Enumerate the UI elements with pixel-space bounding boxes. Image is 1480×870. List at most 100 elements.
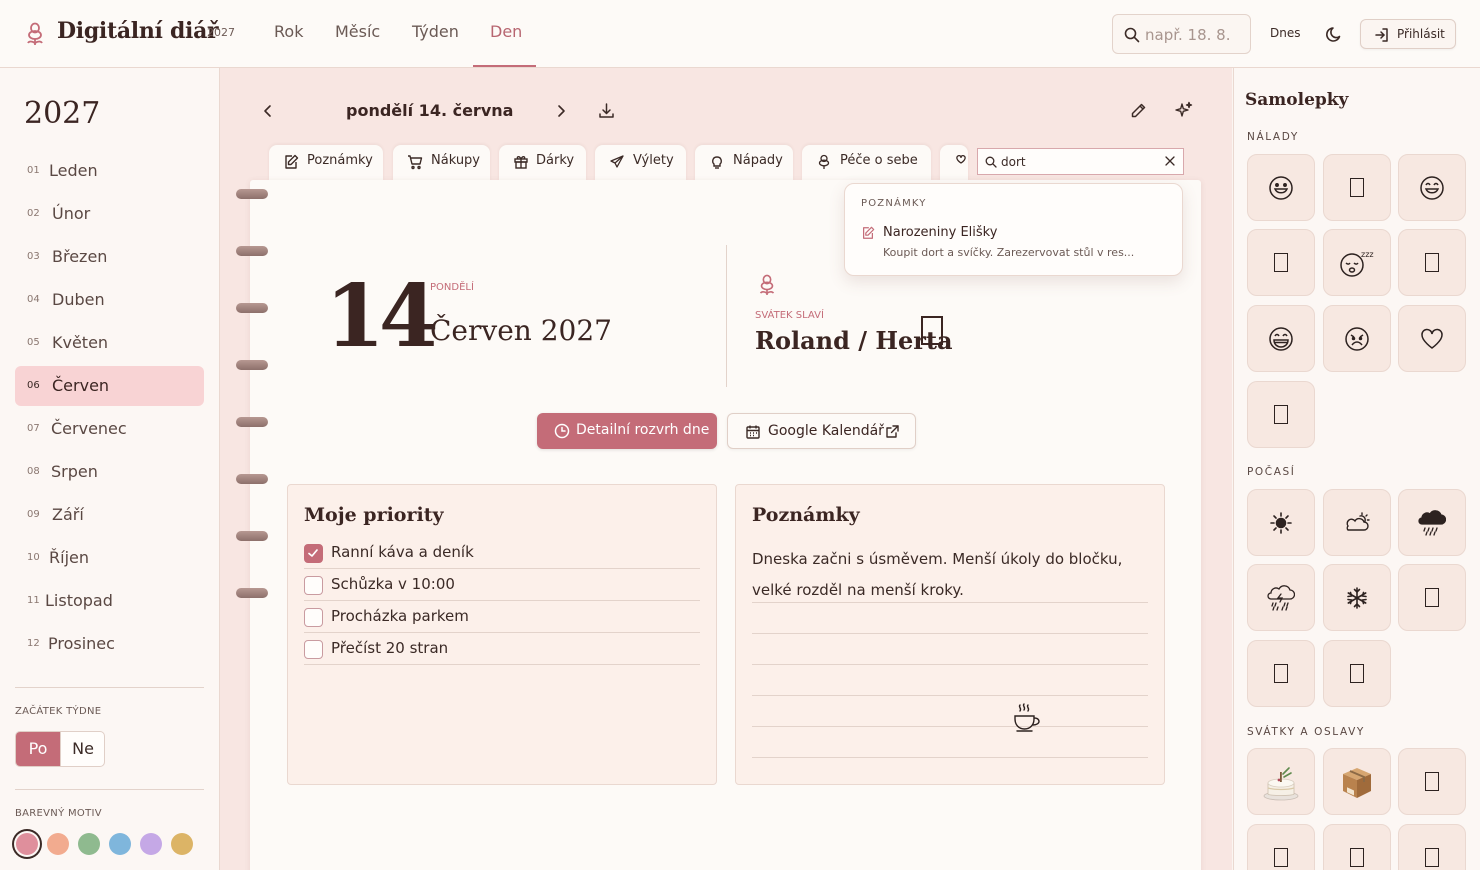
plane-icon [610,155,624,168]
sticker-missing[interactable] [1323,824,1391,870]
download-icon[interactable] [598,102,615,119]
sticker-missing[interactable] [1247,640,1315,707]
app-year-badge: 2027 [207,26,235,39]
moon-icon[interactable] [1325,24,1345,44]
sticker-gift-box[interactable] [1323,748,1391,815]
sticker-missing[interactable] [1323,640,1391,707]
chevron-left-icon[interactable] [262,103,274,119]
week-start-sunday[interactable]: Ne [60,732,104,766]
today-button[interactable]: Dnes [1270,26,1300,40]
tab-pece-o-sebe[interactable]: Péče o sebe [802,145,931,181]
login-button[interactable]: Přihlásit [1360,19,1456,49]
google-calendar-button[interactable]: Google Kalendář [727,413,916,449]
month-item-leden[interactable]: 01 Leden [15,151,204,191]
day-title: pondělí 14. června [346,101,514,120]
date-search-input[interactable] [1145,24,1245,46]
detail-schedule-button[interactable]: Detailní rozvrh dne [537,413,717,449]
priority-text[interactable]: Přečíst 20 stran [331,639,448,657]
notes-text[interactable]: Dneska začni s úsměvem. Menší úkoly do b… [752,544,1152,606]
month-item-srpen[interactable]: 08 Srpen [15,452,204,492]
partly-cloudy-icon [1324,490,1390,555]
month-item-prosinec[interactable]: 12 Prosinec [15,624,204,664]
priority-text[interactable]: Schůzka v 10:00 [331,575,455,593]
date-search[interactable] [1112,14,1251,54]
sticker-missing[interactable] [1398,824,1466,870]
note-line [752,695,1148,696]
tab-search-field[interactable] [977,148,1184,175]
tab-darky[interactable]: Dárky [499,145,586,181]
sticker-smile[interactable] [1398,154,1466,221]
sticker-missing[interactable] [1247,824,1315,870]
tab-napady[interactable]: Nápady [695,145,793,181]
sidebar-divider [15,687,204,688]
app-title[interactable]: Digitální diář [57,18,219,44]
theme-swatch-pink[interactable] [16,833,38,855]
priority-checkbox[interactable] [304,608,323,627]
month-item-zari[interactable]: 09 Září [15,495,204,535]
sleepy-icon: zzz [1324,230,1390,295]
theme-swatch-peach[interactable] [47,833,69,855]
priority-checkbox[interactable] [304,544,323,563]
sticker-partly-cloudy[interactable] [1323,489,1391,556]
sticker-missing[interactable] [1247,381,1315,448]
search-results-dropdown: POZNÁMKY Narozeniny Elišky Koupit dort a… [844,183,1183,276]
sticker-missing[interactable] [1398,748,1466,815]
month-item-cervenec[interactable]: 07 Červenec [15,409,204,449]
priority-checkbox[interactable] [304,576,323,595]
sticker-snowflake[interactable] [1323,564,1391,631]
theme-swatch-blue[interactable] [109,833,131,855]
smile-icon [1248,155,1314,220]
sticker-smile[interactable] [1247,154,1315,221]
theme-swatch-green[interactable] [78,833,100,855]
sticker-rain-cloud[interactable] [1398,489,1466,556]
week-start-label: ZAČÁTEK TÝDNE [15,706,102,717]
month-item-rijen[interactable]: 10 Říjen [15,538,204,578]
month-number: 01 [27,165,40,176]
nav-den[interactable]: Den [490,22,522,41]
month-number: 08 [27,466,40,477]
month-number: 12 [27,638,40,649]
tab-nakupy[interactable]: Nákupy [393,145,490,181]
theme-swatch-lavender[interactable] [140,833,162,855]
sticker-missing[interactable] [1323,154,1391,221]
month-item-listopad[interactable]: 11 Listopad [15,581,204,621]
sticker-heart[interactable] [1398,305,1466,372]
chevron-right-icon[interactable] [555,103,567,119]
day-number: 14 [325,266,439,367]
close-icon[interactable] [1165,156,1175,166]
sticker-cake[interactable] [1247,748,1315,815]
tab-search-input[interactable] [1001,154,1151,170]
month-number: 11 [27,595,40,606]
sticker-sleepy[interactable]: zzz [1323,229,1391,296]
nav-mesic[interactable]: Měsíc [335,22,380,41]
priority-text[interactable]: Procházka parkem [331,607,469,625]
note-line [752,757,1148,758]
nav-tyden[interactable]: Týden [412,22,459,41]
sticker-grin[interactable] [1247,305,1315,372]
tab-partial[interactable] [940,145,968,181]
sparkle-icon[interactable] [1175,101,1193,119]
tab-poznamky[interactable]: Poznámky [269,145,383,181]
week-start-monday[interactable]: Po [16,732,60,766]
sticker-missing[interactable] [1247,229,1315,296]
tab-vylety[interactable]: Výlety [595,145,686,181]
theme-swatch-gold[interactable] [171,833,193,855]
pencil-icon[interactable] [1130,102,1147,119]
nav-rok[interactable]: Rok [274,22,303,41]
month-item-cerven[interactable]: 06 Červen [15,366,204,406]
month-item-duben[interactable]: 04 Duben [15,280,204,320]
note-edit-icon [863,226,875,239]
sticker-worried[interactable] [1323,305,1391,372]
priority-checkbox[interactable] [304,640,323,659]
month-label: Březen [52,247,108,266]
priority-text[interactable]: Ranní káva a deník [331,543,474,561]
month-item-kveten[interactable]: 05 Květen [15,323,204,363]
sticker-missing[interactable] [1398,564,1466,631]
sticker-missing[interactable] [1398,229,1466,296]
month-year: Červen 2027 [430,314,612,347]
sticker-storm[interactable] [1247,564,1315,631]
sticker-sun[interactable] [1247,489,1315,556]
month-item-unor[interactable]: 02 Únor [15,194,204,234]
month-item-brezen[interactable]: 03 Březen [15,237,204,277]
flower-icon [759,274,775,295]
